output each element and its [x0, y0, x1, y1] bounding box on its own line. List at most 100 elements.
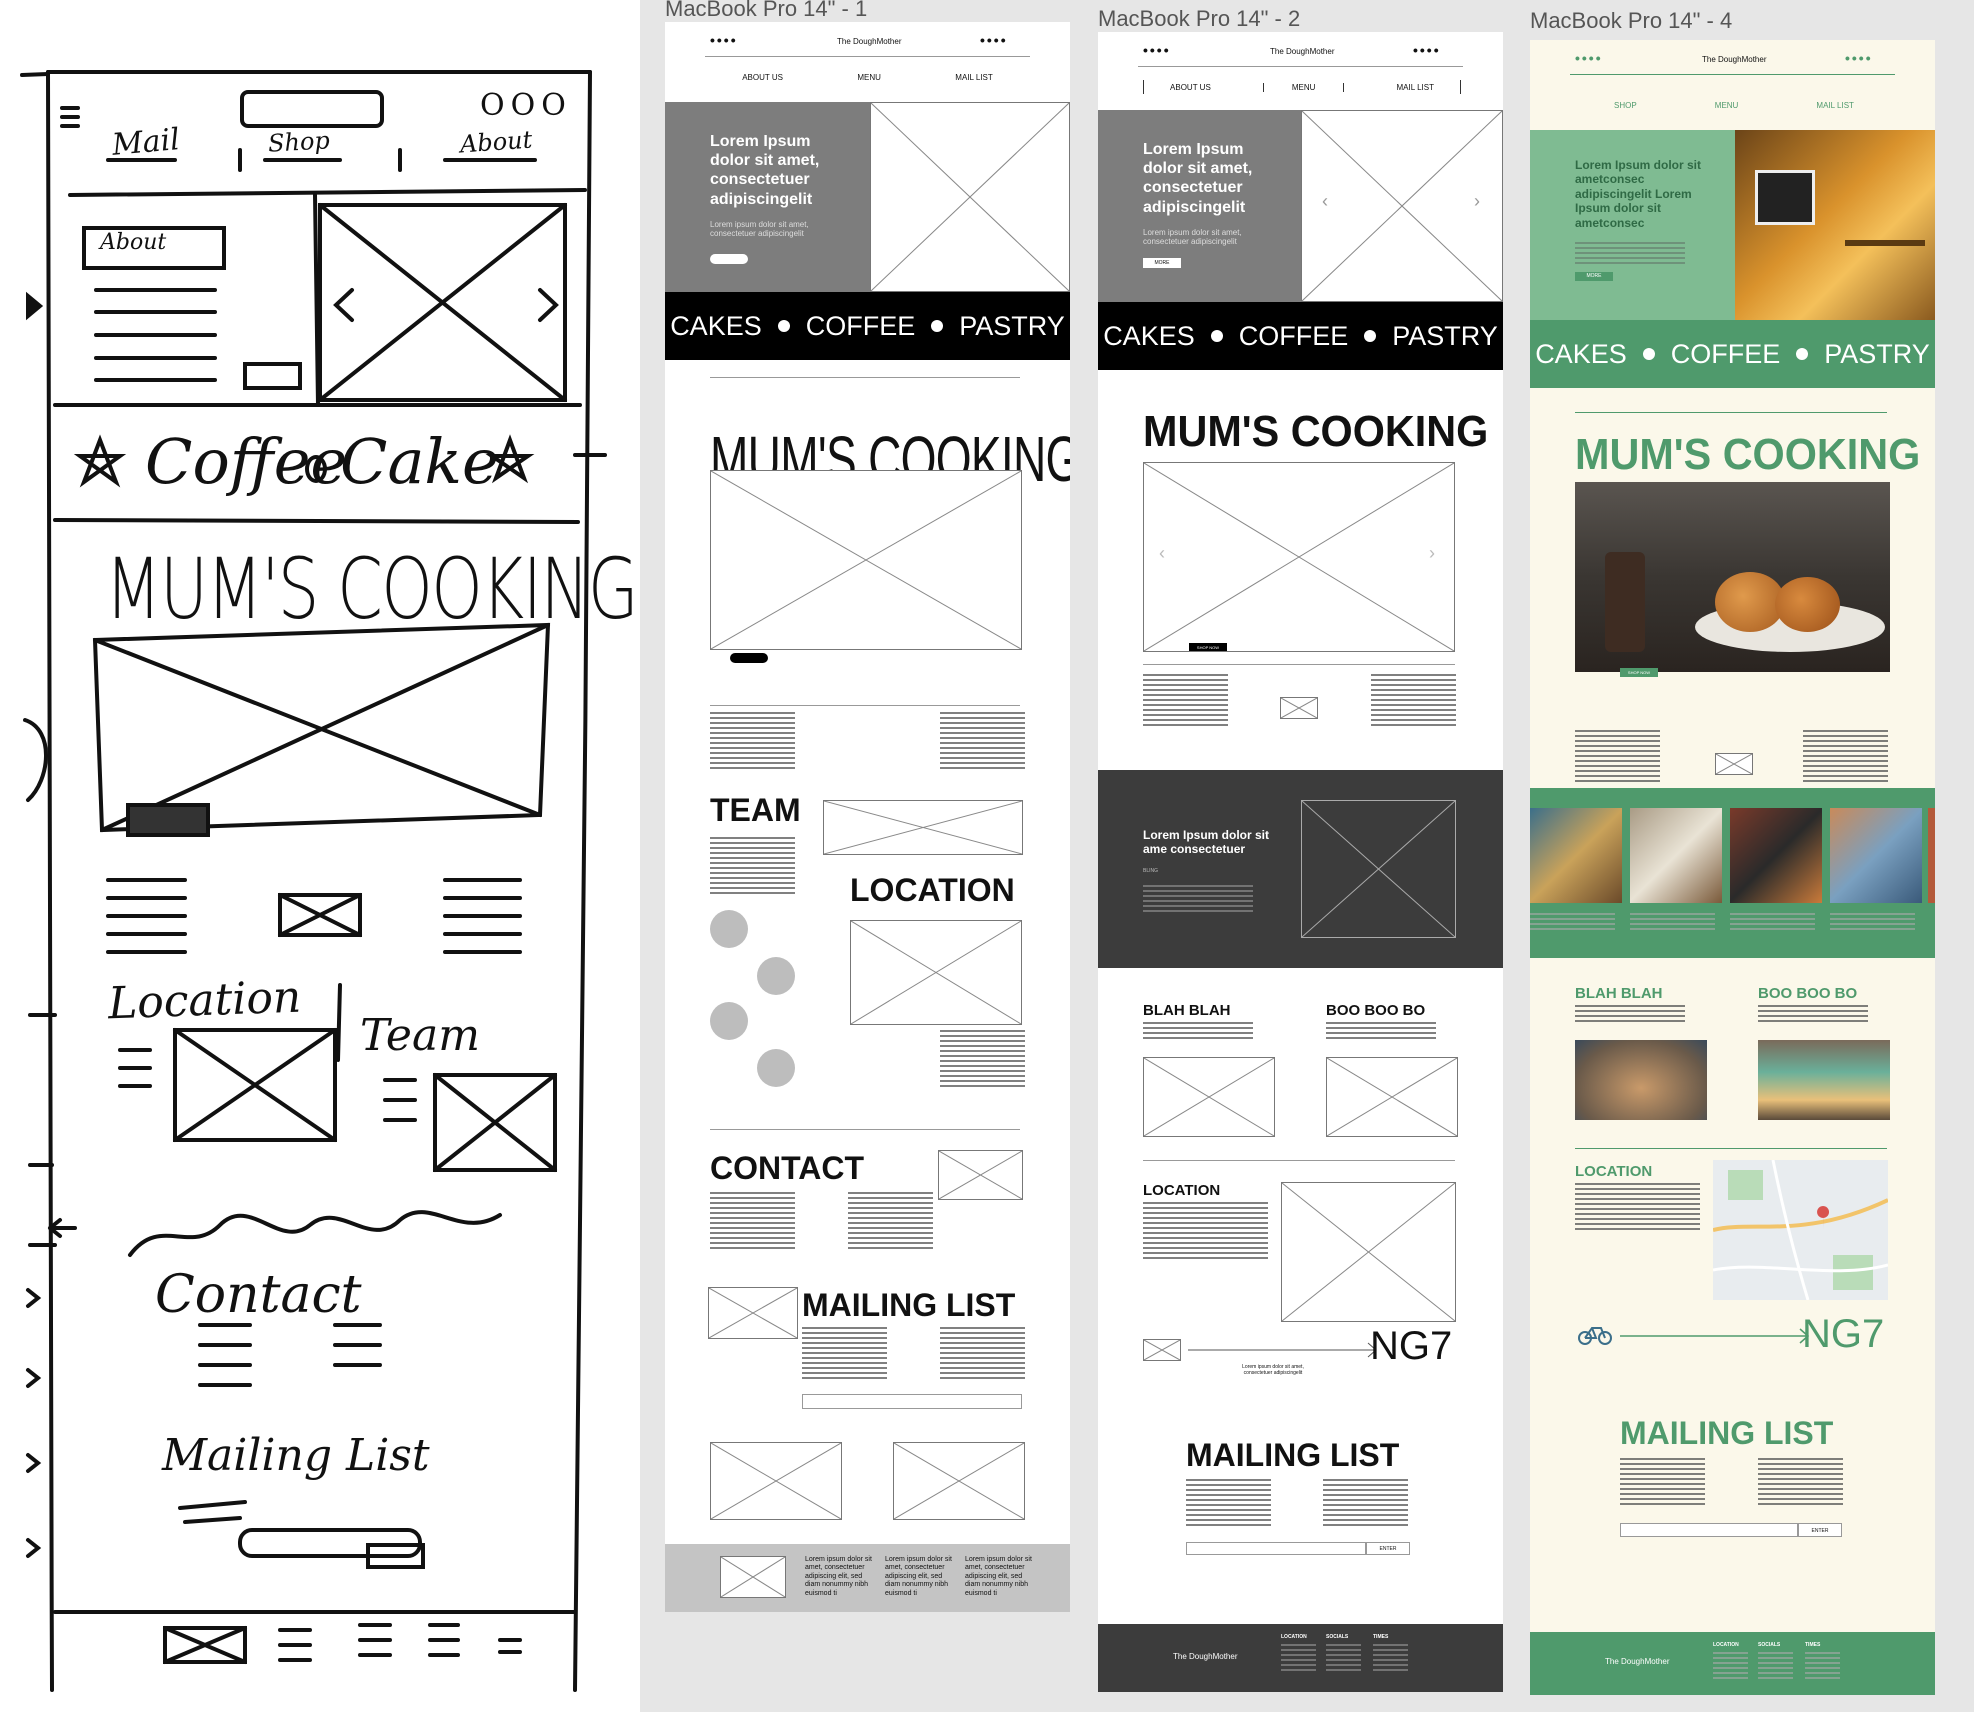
wf2-footer-text [1373, 1644, 1408, 1674]
wf1-strip-dot [931, 320, 944, 332]
frame-label-4: MacBook Pro 14" - 4 [1530, 8, 1733, 33]
mk-map-roads [1713, 1160, 1888, 1300]
mk-hero-photo [1735, 130, 1935, 320]
mk-footer: The DoughMother LOCATION SOCIALS TIMES [1530, 1632, 1935, 1695]
wf1-contact-heading: CONTACT [710, 1150, 865, 1186]
mk-strip-dot [1796, 348, 1809, 360]
mk-mailing-text [1620, 1458, 1705, 1506]
wf2-shop-button[interactable]: SHOP NOW [1189, 643, 1227, 651]
wf2-strip-pastry: PASTRY [1392, 320, 1498, 351]
wf1-nav-about[interactable]: ABOUT US [742, 73, 783, 82]
mk-mailing-heading: MAILING LIST [1620, 1415, 1834, 1451]
wf2-nav-menu[interactable]: MENU [1262, 82, 1345, 92]
wf1-dots-left: •••• [710, 32, 738, 48]
wf1-rule [710, 1129, 1020, 1130]
mk-bread-photo [1575, 1040, 1707, 1120]
wf1-category-strip: CAKES COFFEE PASTRY [665, 292, 1070, 360]
mk-nav-shop[interactable]: SHOP [1614, 101, 1637, 110]
wf2-location-heading: LOCATION [1143, 1182, 1221, 1199]
wf2-mailing-text [1323, 1479, 1408, 1529]
mk-text-block [1575, 730, 1660, 785]
mk-header-rule [1570, 74, 1895, 75]
mk-boo-text [1758, 1005, 1868, 1025]
wf1-mailing-text [940, 1327, 1025, 1382]
mk-gallery-caption [1730, 913, 1815, 933]
mk-dots-left: •••• [1575, 50, 1603, 66]
wf2-mailing-text [1186, 1479, 1271, 1529]
wf1-footer: Lorem ipsum dolor sit amet, consectetuer… [665, 1544, 1070, 1612]
wireframe-1: •••• The DoughMother •••• ABOUT US MENU … [665, 22, 1070, 1612]
mk-hero-button[interactable]: MORE [1575, 272, 1613, 281]
mk-shop-button[interactable]: SHOP NOW [1620, 668, 1658, 677]
wf2-feature-next-icon[interactable]: › [1429, 543, 1435, 564]
wf1-gallery-image [710, 1442, 842, 1520]
wf1-location-text [940, 1030, 1025, 1088]
mk-hero-text [1575, 242, 1685, 264]
wf1-mailing-input[interactable] [802, 1394, 1022, 1409]
wf2-hero-next-icon[interactable]: › [1474, 191, 1480, 212]
wf2-feature-prev-icon[interactable]: ‹ [1159, 543, 1165, 564]
wf2-hero-panel: Lorem Ipsum dolor sit amet, consectetuer… [1098, 110, 1301, 302]
wf1-strip-pastry: PASTRY [959, 310, 1065, 341]
wf2-hero-button[interactable]: MORE [1143, 258, 1181, 268]
wf2-dark-text [1143, 885, 1253, 915]
mk-hero-title: Lorem Ipsum dolor sit ametconsec adipisc… [1575, 158, 1702, 230]
wf1-contact-text [710, 1192, 795, 1250]
wf1-strip-dot [777, 320, 790, 332]
wf2-dots-left: •••• [1143, 42, 1171, 58]
mk-nav-menu[interactable]: MENU [1715, 101, 1739, 110]
wf2-feature-image: ‹ › SHOP NOW [1143, 462, 1455, 652]
wf2-nav-mail[interactable]: MAIL LIST [1396, 83, 1434, 92]
wf2-text-block [1371, 674, 1456, 729]
mk-feature-scale [1605, 552, 1645, 652]
mockup-4: •••• The DoughMother •••• SHOP MENU MAIL… [1530, 40, 1935, 1695]
wf2-footer-location: LOCATION [1281, 1634, 1307, 1640]
mk-gallery-photo [1630, 808, 1722, 903]
wf2-location-image [1281, 1182, 1456, 1322]
wf2-strip-dot [1364, 330, 1377, 342]
wf1-team-text [710, 837, 795, 897]
wf1-team-image [823, 800, 1023, 855]
wf1-feature-button[interactable] [730, 653, 768, 663]
wf1-nav-mail[interactable]: MAIL LIST [955, 73, 993, 82]
wf1-text-block [940, 712, 1025, 770]
wf2-location-text [1143, 1202, 1268, 1262]
mk-gallery-photo [1830, 808, 1922, 903]
sketch-nav-mail: Mail [110, 122, 182, 163]
wf2-footer-text [1281, 1644, 1316, 1674]
mk-nav-mail[interactable]: MAIL LIST [1816, 101, 1854, 110]
mk-footer-location: LOCATION [1713, 1642, 1739, 1648]
wf2-brand: The DoughMother [1270, 47, 1335, 56]
wf2-hero-prev-icon[interactable]: ‹ [1322, 191, 1328, 212]
wf1-hero-button[interactable] [710, 254, 748, 264]
wf1-footer-text: Lorem ipsum dolor sit amet, consectetuer… [965, 1556, 1032, 1597]
sketch-nav-about: About [459, 125, 534, 159]
mk-mailing-text [1758, 1458, 1843, 1506]
wf1-footer-text: Lorem ipsum dolor sit amet, consectetuer… [805, 1556, 872, 1597]
wf2-nav-about[interactable]: ABOUT US [1170, 83, 1211, 92]
wf1-mailing-text [802, 1327, 887, 1382]
mk-mailing-input[interactable] [1620, 1523, 1798, 1537]
wf2-category-strip: CAKES COFFEE PASTRY [1098, 302, 1503, 370]
wf2-blah-text [1143, 1022, 1253, 1042]
mk-feature-pastry [1775, 577, 1840, 632]
wf2-footer-brand: The DoughMother [1173, 1652, 1238, 1661]
mk-strip-cakes: CAKES [1535, 338, 1627, 369]
wf1-footer-image [720, 1556, 786, 1598]
mk-enter-button[interactable]: ENTER [1798, 1523, 1842, 1537]
wf1-nav-menu[interactable]: MENU [857, 73, 881, 82]
mk-mini-image [1715, 753, 1753, 775]
mk-heading: MUM'S COOKING [1575, 430, 1921, 479]
mk-ng7: NG7 [1802, 1312, 1885, 1356]
mk-gallery-photo [1730, 808, 1822, 903]
wf1-mailing-image [708, 1287, 798, 1339]
wf2-mini-image [1280, 697, 1318, 719]
sketch-strip-dot [305, 455, 327, 483]
mk-gallery-caption [1830, 913, 1915, 933]
wf1-feature-image [710, 470, 1022, 650]
wf1-hero-sub: Lorem ipsum dolor sit amet, consectetuer… [710, 220, 809, 238]
wf1-team-avatar [710, 910, 748, 948]
wf2-enter-button[interactable]: ENTER [1366, 1542, 1410, 1555]
wf2-mailing-input[interactable] [1186, 1542, 1366, 1555]
wf1-team-avatar [710, 1002, 748, 1040]
